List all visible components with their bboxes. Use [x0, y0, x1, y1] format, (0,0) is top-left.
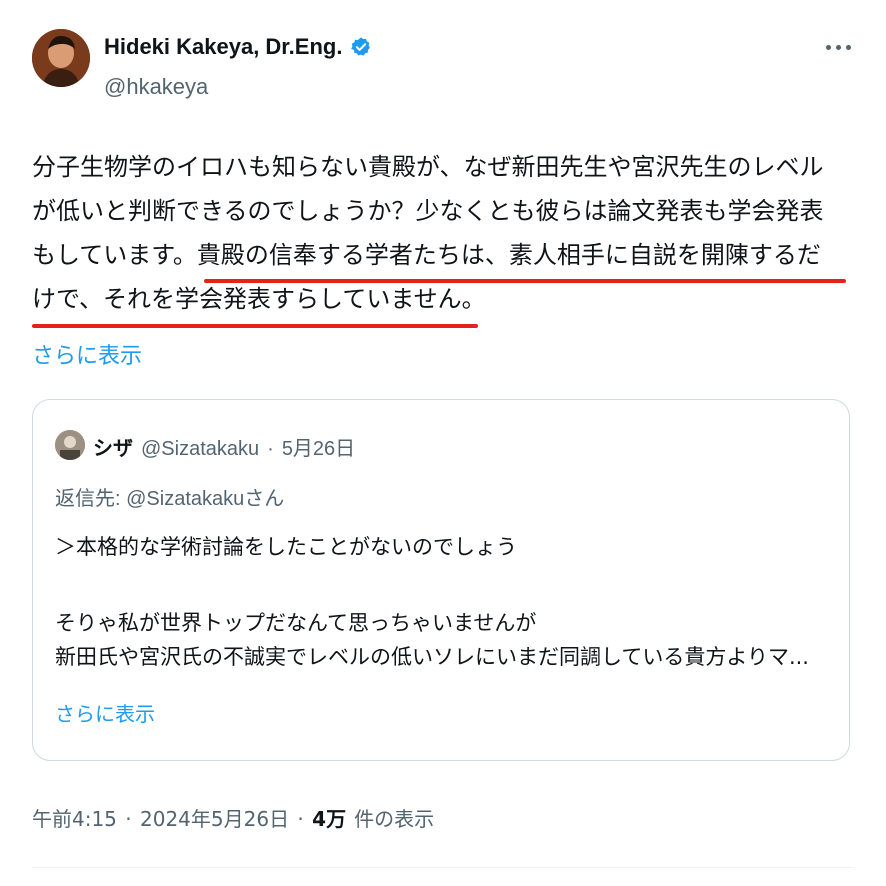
quoted-text: ＞本格的な学術討論をしたことがないのでしょう そりゃ私が世界トップだなんて思っち…: [55, 530, 835, 674]
quoted-line: 新田氏や宮沢氏の不誠実でレベルの低いソレにいまだ同調している貴方よりマ...: [55, 645, 809, 669]
quoted-author-handle[interactable]: @Sizatakaku: [141, 438, 259, 461]
quoted-line: ＞本格的な学術討論をしたことがないのでしょう: [55, 535, 517, 559]
tweet-show-more-link[interactable]: さらに表示: [32, 338, 142, 370]
views-count: 4万: [312, 807, 347, 831]
tweet-line-4-highlight: けで、それを学会発表すらしていません。: [32, 285, 486, 313]
tweet-line-3-highlight: 貴殿の信奉する学者たちは、素人相手に自説を開陳するだ: [196, 241, 821, 269]
tweet-meta: 午前4:15 · 2024年5月26日 · 4万 件の表示: [32, 803, 434, 832]
divider: [32, 867, 854, 868]
quoted-avatar-image: [55, 430, 85, 460]
author-handle[interactable]: @hkakeya: [104, 74, 208, 100]
meta-separator: ·: [118, 807, 138, 831]
red-underline-1: [204, 279, 846, 283]
views-label: 件の表示: [354, 807, 435, 831]
quoted-reply-to: 返信先: @Sizatakakuさん: [55, 488, 285, 510]
verified-badge-icon: [351, 37, 371, 56]
tweet-time[interactable]: 午前4:15: [32, 803, 117, 832]
tweet-card: Hideki Kakeya, Dr.Eng. @hkakeya 分子生物学のイロ…: [0, 0, 886, 886]
author-name[interactable]: Hideki Kakeya, Dr.Eng.: [104, 34, 342, 60]
meta-separator: ·: [291, 807, 311, 831]
avatar-image: [32, 29, 90, 87]
tweet-line-2: が低いと判断できるのでしょうか？少なくとも彼らは論文発表も学会発表: [32, 197, 824, 225]
author-avatar[interactable]: [32, 29, 90, 87]
red-underline-2: [32, 324, 478, 328]
tweet-date[interactable]: 2024年5月26日: [140, 803, 289, 832]
quoted-separator: ·: [267, 438, 274, 460]
author-name-row: Hideki Kakeya, Dr.Eng.: [104, 34, 372, 60]
quoted-date[interactable]: 5月26日: [282, 432, 355, 461]
quoted-header: シザ @Sizatakaku · 5月26日: [93, 432, 355, 461]
quoted-author-avatar[interactable]: [55, 430, 85, 460]
tweet-line-3-plain: もしています。: [32, 241, 197, 269]
quoted-show-more-link[interactable]: さらに表示: [55, 698, 155, 727]
tweet-text: 分子生物学のイロハも知らない貴殿が、なぜ新田先生や宮沢先生のレベル が低いと判断…: [32, 145, 852, 321]
quoted-line: そりゃ私が世界トップだなんて思っちゃいませんが: [55, 611, 537, 635]
quoted-author-name[interactable]: シザ: [93, 432, 133, 461]
more-options-icon[interactable]: [818, 34, 858, 60]
tweet-line-1: 分子生物学のイロハも知らない貴殿が、なぜ新田先生や宮沢先生のレベル: [32, 153, 824, 181]
quoted-tweet[interactable]: シザ @Sizatakaku · 5月26日 返信先: @Sizatakakuさ…: [32, 399, 850, 761]
